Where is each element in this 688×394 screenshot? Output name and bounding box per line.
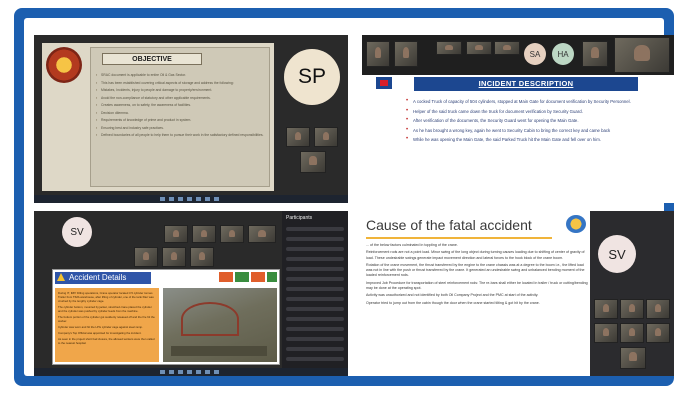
company-logo-icon bbox=[46, 47, 82, 83]
sponsor-logos bbox=[219, 272, 277, 282]
participant-row[interactable] bbox=[286, 317, 344, 321]
bullet-item: SRAC document is applicable to entire Oi… bbox=[96, 73, 268, 79]
participant-row[interactable] bbox=[286, 267, 344, 271]
participant-row[interactable] bbox=[286, 287, 344, 291]
participant-video-thumbnail bbox=[494, 41, 520, 55]
windows-taskbar bbox=[34, 368, 348, 376]
bullet-item: Avoid the non-compliance of statutory an… bbox=[96, 96, 268, 102]
participant-video-thumbnail bbox=[314, 127, 338, 147]
participant-row[interactable] bbox=[286, 307, 344, 311]
body-paragraph: Rotation of the crane movement, the thru… bbox=[366, 263, 585, 278]
accident-site-photo bbox=[163, 288, 277, 362]
hp-logo-icon bbox=[376, 77, 392, 89]
participant-video-thumbnail bbox=[620, 299, 644, 319]
participant-video-thumbnail bbox=[594, 323, 618, 343]
participant-row[interactable] bbox=[286, 247, 344, 251]
video-sidebar bbox=[590, 211, 674, 376]
slide-title: Cause of the fatal accident bbox=[366, 217, 532, 233]
body-paragraph: As seen in the project short had closure… bbox=[58, 337, 155, 345]
title-underline bbox=[366, 237, 552, 239]
participant-video-thumbnail bbox=[366, 41, 390, 67]
bullet-item: Mistakes, Incidents, injury to people an… bbox=[96, 88, 268, 94]
participant-video-thumbnail bbox=[466, 41, 492, 55]
participant-avatar: SV bbox=[598, 235, 636, 273]
participant-avatar: SA bbox=[524, 43, 546, 65]
participant-video-thumbnail bbox=[220, 225, 244, 243]
body-paragraph: Reinforcement rods are not a point load.… bbox=[366, 250, 585, 260]
participant-video-thumbnail bbox=[614, 37, 670, 73]
participant-video-thumbnail bbox=[620, 347, 646, 369]
gail-logo-icon bbox=[566, 215, 586, 233]
objective-bullet-list: SRAC document is applicable to entire Oi… bbox=[96, 73, 268, 141]
windows-taskbar bbox=[34, 195, 348, 203]
participant-row[interactable] bbox=[286, 227, 344, 231]
participant-video-thumbnail bbox=[192, 225, 216, 243]
participant-video-thumbnail bbox=[620, 323, 644, 343]
participant-row[interactable] bbox=[286, 357, 344, 361]
participant-video-thumbnail bbox=[164, 225, 188, 243]
participant-video-thumbnail bbox=[394, 41, 418, 67]
participant-row[interactable] bbox=[286, 257, 344, 261]
video-strip: SA HA bbox=[362, 35, 674, 75]
participant-video-thumbnail bbox=[162, 247, 186, 267]
participants-panel[interactable]: Participants bbox=[282, 211, 348, 368]
body-paragraph: Activity was unauthorized and not identi… bbox=[366, 293, 539, 298]
participant-video-thumbnail bbox=[646, 323, 670, 343]
bullet-item: After verification of the documents, the… bbox=[406, 118, 660, 124]
bullet-item: While he was opening the Main Gate, the … bbox=[406, 137, 660, 143]
participant-video-thumbnail bbox=[582, 41, 608, 67]
shared-slide: Accident Details During IT, IRP/ Filling… bbox=[52, 269, 280, 365]
participant-row[interactable] bbox=[286, 237, 344, 241]
body-paragraph: Operator tried to jump out from the cabi… bbox=[366, 300, 540, 305]
participant-row[interactable] bbox=[286, 327, 344, 331]
meeting-screenshot-cause-of-accident: Cause of the fatal accident ... of the b… bbox=[362, 211, 674, 376]
participant-avatar: HA bbox=[552, 43, 574, 65]
incident-bullet-list: A cocked Truck of capacity of 504 cylind… bbox=[406, 99, 660, 147]
meeting-screenshot-objective: OBJECTIVE SRAC document is applicable to… bbox=[34, 35, 348, 203]
bullet-item: Defined boundaries of all people to help… bbox=[96, 133, 268, 139]
body-paragraph: Improved Job Procedure for transportatio… bbox=[366, 280, 588, 290]
participant-row[interactable] bbox=[286, 337, 344, 341]
shared-slide: OBJECTIVE SRAC document is applicable to… bbox=[42, 43, 274, 191]
cause-text-block: ... of the below factors culminated in t… bbox=[366, 243, 588, 308]
bullet-item: As he has brought a wrong key, again he … bbox=[406, 128, 660, 134]
participant-row[interactable] bbox=[286, 297, 344, 301]
collage-inner: OBJECTIVE SRAC document is applicable to… bbox=[24, 18, 674, 376]
slide-title: INCIDENT DESCRIPTION bbox=[414, 77, 638, 91]
bullet-item: Creates awareness, on to safety, the awa… bbox=[96, 103, 268, 109]
bullet-item: Requirements of knowledge of prime and p… bbox=[96, 118, 268, 124]
participant-avatar: SP bbox=[284, 49, 340, 105]
participant-row[interactable] bbox=[286, 347, 344, 351]
body-paragraph: The bottom portion of the cylinder got s… bbox=[58, 315, 155, 323]
meeting-screenshot-accident-details: SV Participants Accident Details During … bbox=[34, 211, 348, 376]
participant-video-thumbnail bbox=[190, 247, 214, 267]
body-paragraph: The cylinder bottom, mounted by jacket, … bbox=[58, 305, 152, 313]
body-paragraph: During IT, IRP/ Filling operations, Cran… bbox=[58, 291, 154, 303]
collage-frame: OBJECTIVE SRAC document is applicable to… bbox=[14, 8, 674, 386]
participant-video-thumbnail bbox=[594, 299, 618, 319]
participant-video-thumbnail bbox=[286, 127, 310, 147]
warning-icon bbox=[57, 273, 65, 281]
participant-video-thumbnail bbox=[646, 299, 670, 319]
meeting-screenshot-incident-description: SA HA INCIDENT DESCRIPTION A cocked Truc… bbox=[362, 35, 674, 203]
shared-slide: INCIDENT DESCRIPTION A cocked Truck of c… bbox=[362, 75, 674, 203]
participant-row[interactable] bbox=[286, 277, 344, 281]
participant-video-thumbnail bbox=[134, 247, 158, 267]
participant-video-thumbnail bbox=[300, 151, 326, 173]
bullet-item: This has been established covering criti… bbox=[96, 81, 268, 87]
bullet-item: Helper of the said truck came down the t… bbox=[406, 109, 660, 115]
participant-video-thumbnail bbox=[248, 225, 276, 243]
body-paragraph: ... of the below factors culminated in t… bbox=[366, 243, 458, 247]
bullet-item: Decision dilemma. bbox=[96, 111, 268, 117]
body-paragraph: Company's Top Official was appointed for… bbox=[58, 331, 142, 335]
bullet-item: A cocked Truck of capacity of 504 cylind… bbox=[406, 99, 660, 105]
participants-title: Participants bbox=[286, 215, 313, 221]
participant-video-thumbnail bbox=[436, 41, 462, 55]
slide-title: OBJECTIVE bbox=[102, 53, 202, 65]
body-paragraph: Cylinder was worn and hit the LPG cylind… bbox=[58, 325, 143, 329]
participant-avatar: SV bbox=[62, 217, 92, 247]
bullet-item: Ensuring best and industry safe practice… bbox=[96, 126, 268, 132]
slide-title: Accident Details bbox=[55, 272, 151, 284]
accident-text-box: During IT, IRP/ Filling operations, Cran… bbox=[55, 288, 159, 362]
